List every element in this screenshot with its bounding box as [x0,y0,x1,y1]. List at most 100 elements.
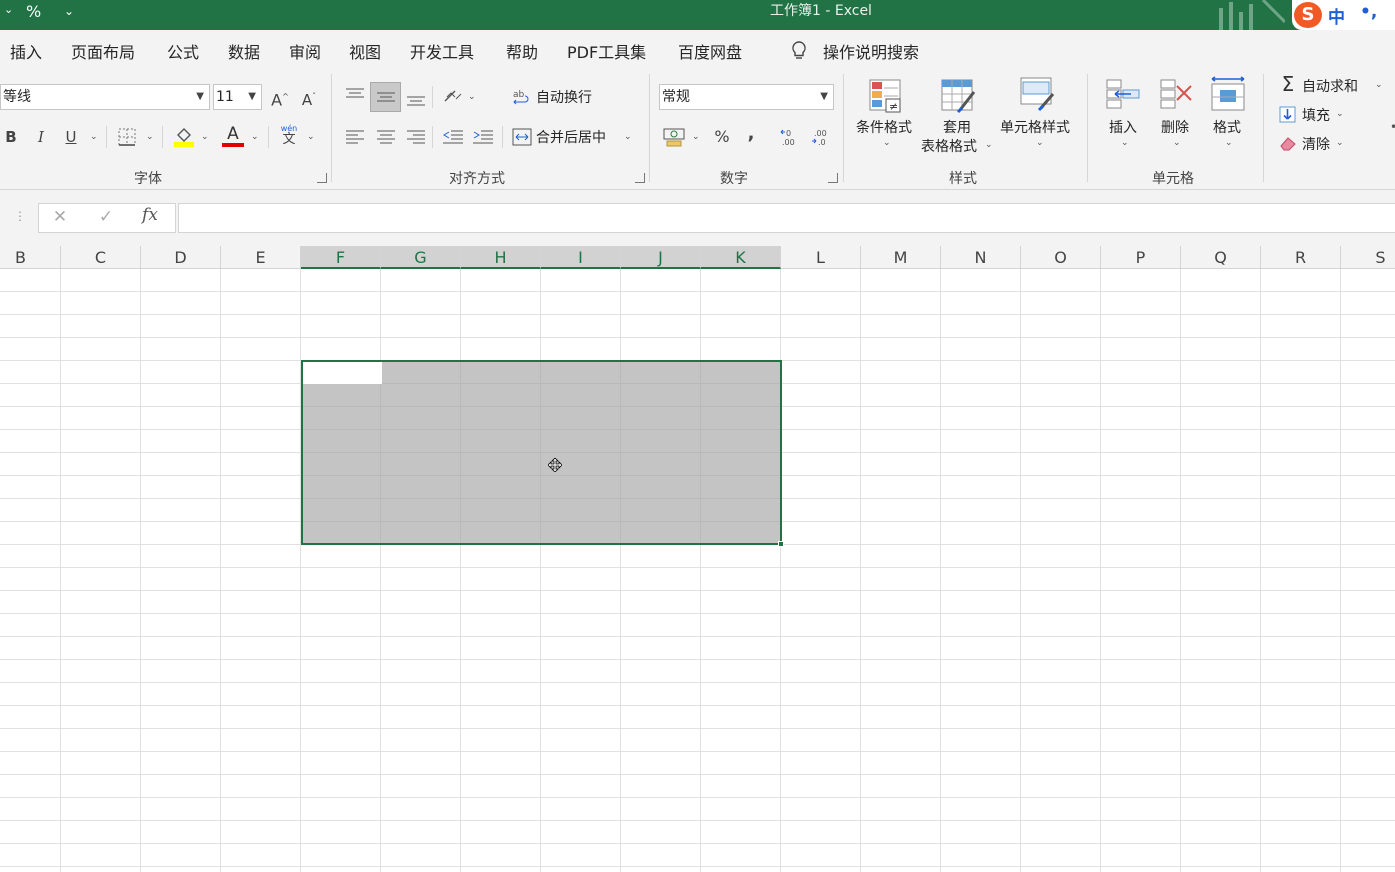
font-color-button[interactable]: A [222,124,244,144]
alignment-dialog-launcher-icon[interactable] [635,173,645,183]
tab-pdf-tools[interactable]: PDF工具集 [567,39,646,63]
format-as-table-icon[interactable] [940,78,976,114]
qa-percent-button[interactable]: % [26,2,41,21]
column-header-r[interactable]: R [1261,246,1341,269]
comma-style-button[interactable]: , [744,124,758,144]
tab-page-layout[interactable]: 页面布局 [71,39,135,63]
column-header-l[interactable]: L [781,246,861,269]
chevron-down-icon[interactable]: ⌄ [146,132,154,142]
eraser-icon[interactable] [1279,135,1297,151]
chevron-down-icon[interactable]: ⌄ [1173,138,1181,148]
align-right-icon[interactable] [407,130,425,144]
number-format-combo[interactable]: 常规 ▼ [659,84,834,110]
formula-input[interactable] [178,203,1395,233]
chevron-down-icon[interactable]: ⌄ [1336,138,1344,148]
chevron-down-icon[interactable]: ⌄ [985,140,993,150]
align-left-icon[interactable] [346,130,364,144]
delete-cells-icon[interactable] [1159,78,1195,114]
conditional-formatting-icon[interactable]: ≠ [868,78,904,114]
chevron-down-icon[interactable]: ⌄ [1225,138,1233,148]
cancel-icon[interactable]: ✕ [50,207,70,227]
chevron-down-icon[interactable]: ⌄ [1375,80,1383,90]
align-bottom-icon[interactable] [407,93,425,107]
chevron-down-icon[interactable]: ⌄ [1121,138,1129,148]
wrap-text-button[interactable]: 自动换行 [536,87,592,107]
font-name-combo[interactable]: 等线 ▼ [0,84,210,110]
cell-styles-icon[interactable] [1019,76,1055,112]
format-cells-button[interactable]: 格式 [1213,117,1241,137]
chevron-down-icon[interactable]: ⌄ [307,132,315,142]
insert-cells-icon[interactable] [1105,78,1141,114]
worksheet-grid[interactable] [0,269,1395,872]
chevron-down-icon[interactable]: ▼ [196,85,204,109]
autosum-icon[interactable]: Σ [1278,74,1298,94]
chevron-down-icon[interactable]: ⌄ [201,132,209,142]
chevron-down-icon[interactable]: ⌄ [90,132,98,142]
grow-font-button[interactable]: A^ [270,87,290,110]
cell-styles-button[interactable]: 单元格样式 [1000,117,1070,137]
column-header-m[interactable]: M [861,246,941,269]
chevron-down-icon[interactable]: ⌄ [1336,109,1344,119]
tab-view[interactable]: 视图 [349,39,381,63]
fill-color-icon[interactable] [173,125,195,147]
align-center-icon[interactable] [377,130,395,144]
tab-formulas[interactable]: 公式 [167,39,199,63]
column-header-c[interactable]: C [61,246,141,269]
format-as-table-label-1[interactable]: 套用 [943,117,971,137]
column-header-h[interactable]: H [461,246,541,269]
chevron-down-icon[interactable]: ▼ [820,85,828,109]
selected-range[interactable] [301,360,782,545]
font-size-combo[interactable]: 11 ▼ [213,84,262,110]
chevron-down-icon[interactable]: ▼ [248,85,256,109]
grip-icon[interactable]: ⋮ [14,206,26,226]
column-header-e[interactable]: E [221,246,301,269]
column-header-b[interactable]: B [0,246,61,269]
tab-developer[interactable]: 开发工具 [410,39,474,63]
column-header-k[interactable]: K [701,246,781,269]
ime-toolbar[interactable]: S 中 •, [1292,0,1395,30]
align-top-icon[interactable] [346,88,364,102]
column-header-i[interactable]: I [541,246,621,269]
number-dialog-launcher-icon[interactable] [828,173,838,183]
bold-button[interactable]: B [2,127,20,147]
decrease-decimal-icon[interactable]: .00.0 [810,127,832,147]
orientation-icon[interactable] [443,87,463,105]
chevron-down-icon[interactable]: ⌄ [624,132,632,142]
accounting-format-icon[interactable] [663,127,687,147]
tab-insert[interactable]: 插入 [10,39,42,63]
percent-style-button[interactable]: % [712,127,732,147]
column-header-s[interactable]: S [1341,246,1395,269]
autosum-button[interactable]: 自动求和 [1302,76,1358,96]
underline-button[interactable]: U [62,127,80,147]
insert-function-button[interactable]: fx [138,205,162,225]
italic-button[interactable]: I [32,127,50,147]
column-header-o[interactable]: O [1021,246,1101,269]
column-header-q[interactable]: Q [1181,246,1261,269]
column-header-p[interactable]: P [1101,246,1181,269]
chevron-down-icon[interactable]: ⌄ [692,132,700,142]
fill-handle[interactable] [778,541,784,547]
qa-customize-button[interactable]: ⌄ [64,4,74,18]
insert-cells-button[interactable]: 插入 [1109,117,1137,137]
column-header-f[interactable]: F [301,246,381,269]
merge-center-icon[interactable] [512,128,532,146]
conditional-formatting-button[interactable]: 条件格式 [856,117,912,137]
decrease-indent-icon[interactable] [443,129,463,145]
chevron-down-icon[interactable]: ⌄ [468,92,476,102]
tab-baidu-netdisk[interactable]: 百度网盘 [678,39,742,63]
chevron-down-icon[interactable]: ⌄ [251,132,259,142]
active-cell[interactable] [303,362,382,384]
format-cells-icon[interactable] [1210,76,1246,112]
phonetic-guide-button[interactable]: wén 文 [278,124,300,147]
enter-icon[interactable]: ✓ [96,207,116,227]
tab-help[interactable]: 帮助 [506,39,538,63]
chevron-down-icon[interactable]: ⌄ [883,138,891,148]
tab-review[interactable]: 审阅 [289,39,321,63]
qa-chevron-icon[interactable]: ⌄ [4,3,13,16]
tab-data[interactable]: 数据 [228,39,260,63]
chevron-down-icon[interactable]: ⌄ [1036,138,1044,148]
delete-cells-button[interactable]: 删除 [1161,117,1189,137]
shrink-font-button[interactable]: Aˇ [299,87,319,110]
increase-indent-icon[interactable] [473,129,493,145]
column-header-n[interactable]: N [941,246,1021,269]
